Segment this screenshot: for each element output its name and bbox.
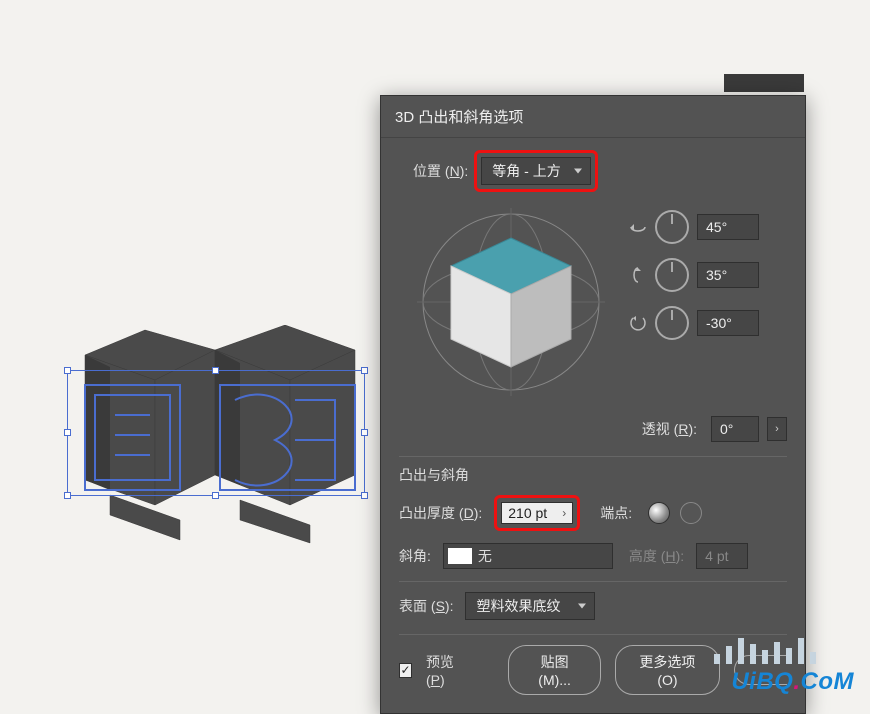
selection-handle[interactable] xyxy=(64,492,71,499)
divider xyxy=(399,581,787,582)
rotate-y-field[interactable]: 35° xyxy=(697,262,759,288)
bevel-swatch xyxy=(448,548,472,564)
rotate-x-field[interactable]: 45° xyxy=(697,214,759,240)
map-art-button[interactable]: 贴图 (M)... xyxy=(508,645,600,695)
divider xyxy=(399,634,787,635)
chevron-down-icon xyxy=(578,604,586,609)
depth-field[interactable]: › xyxy=(501,502,573,524)
panel-strip xyxy=(724,74,804,92)
perspective-label: 透视 (R): xyxy=(642,419,697,439)
selection-handle[interactable] xyxy=(212,492,219,499)
highlight-position: 等角 - 上方 xyxy=(474,150,598,192)
bevel-height-field: 4 pt xyxy=(696,543,748,569)
highlight-depth: › xyxy=(494,495,580,531)
rotate-z-field[interactable]: -30° xyxy=(697,310,759,336)
more-options-button[interactable]: 更多选项 (O) xyxy=(615,645,720,695)
selection-handle[interactable] xyxy=(361,367,368,374)
preview-label: 预览 (P) xyxy=(426,652,469,688)
watermark-bars xyxy=(714,636,816,664)
perspective-stepper[interactable]: › xyxy=(767,417,787,441)
depth-stepper[interactable]: › xyxy=(562,506,566,520)
rotate-y-knob[interactable] xyxy=(655,258,689,292)
rotate-z-knob[interactable] xyxy=(655,306,689,340)
depth-label: 凸出厚度 (D): xyxy=(399,503,482,523)
dialog-3d-extrude-bevel: 3D 凸出和斜角选项 位置 (N): 等角 - 上方 xyxy=(380,95,806,714)
depth-input[interactable] xyxy=(508,505,556,521)
surface-label: 表面 (S): xyxy=(399,596,453,616)
extrude-section-title: 凸出与斜角 xyxy=(399,465,787,485)
dialog-title: 3D 凸出和斜角选项 xyxy=(381,96,805,138)
cap-on-button[interactable] xyxy=(648,502,670,524)
rotate-x-knob[interactable] xyxy=(655,210,689,244)
rotate-z-icon xyxy=(629,314,647,332)
divider xyxy=(399,456,787,457)
rotation-track-cube[interactable] xyxy=(411,202,611,402)
rotate-y-icon xyxy=(629,266,647,284)
preview-checkbox[interactable]: ✓ xyxy=(399,663,412,678)
bevel-height-label: 高度 (H): xyxy=(629,546,684,566)
bevel-label: 斜角: xyxy=(399,546,431,566)
selection-handle[interactable] xyxy=(212,367,219,374)
perspective-field[interactable]: 0° xyxy=(711,416,759,442)
selection-handle[interactable] xyxy=(361,429,368,436)
position-dropdown[interactable]: 等角 - 上方 xyxy=(481,157,591,185)
cap-label: 端点: xyxy=(600,503,632,523)
watermark-text: UiBQ.CoM xyxy=(731,668,854,696)
selection-handle[interactable] xyxy=(361,492,368,499)
chevron-down-icon xyxy=(574,169,582,174)
rotate-x-icon xyxy=(629,218,647,236)
selection-bounding-box[interactable] xyxy=(67,370,365,496)
surface-dropdown[interactable]: 塑料效果底纹 xyxy=(465,592,595,620)
bevel-dropdown[interactable]: 无 xyxy=(443,543,613,569)
canvas-3d-preview xyxy=(55,325,375,555)
cap-off-button[interactable] xyxy=(680,502,702,524)
selection-handle[interactable] xyxy=(64,429,71,436)
selection-handle[interactable] xyxy=(64,367,71,374)
position-label: 位置 (N): xyxy=(413,161,468,181)
